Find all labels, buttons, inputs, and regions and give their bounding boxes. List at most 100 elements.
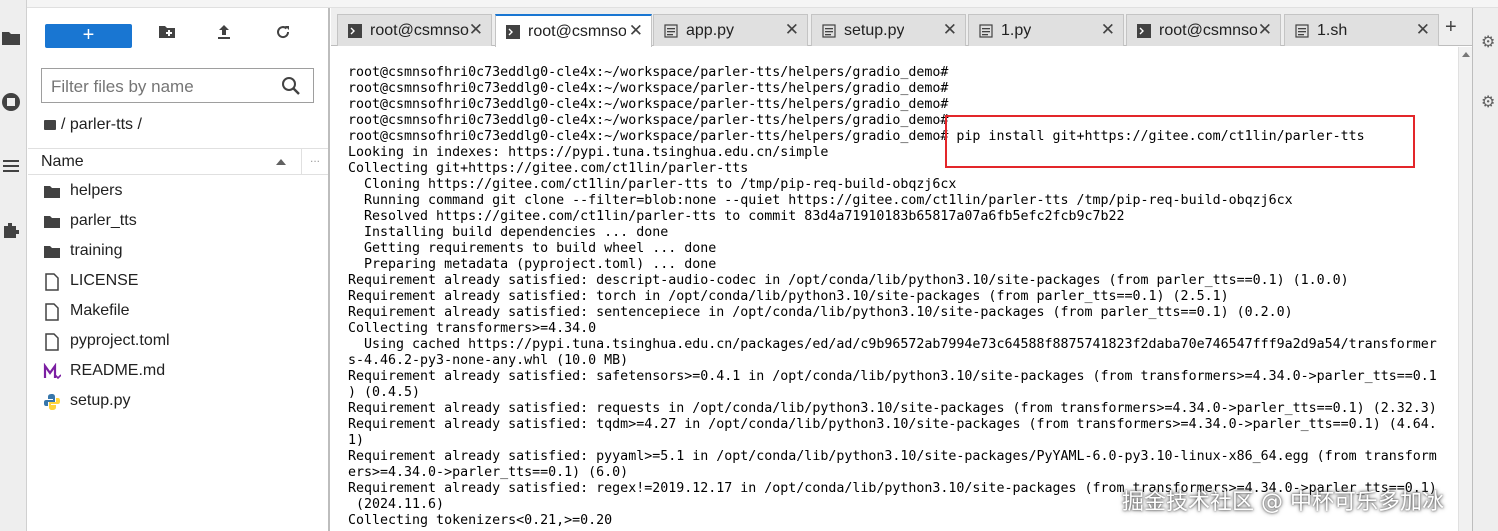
terminal-line: Running command git clone --filter=blob:… (348, 193, 1293, 208)
tab-label: root@csmnso (1159, 22, 1257, 39)
tab-1-py[interactable]: 1.py ✕ (968, 14, 1124, 46)
tab-label: 1.py (1001, 22, 1032, 39)
file-name: README.md (70, 362, 166, 379)
watermark: 掘金技术社区 @ 中杯可乐多加冰 (1122, 490, 1444, 515)
panel-divider[interactable] (328, 8, 330, 531)
upload-icon[interactable] (213, 24, 235, 46)
refresh-icon[interactable] (272, 24, 294, 46)
list-item[interactable]: parler_tts (28, 207, 330, 237)
file-name: LICENSE (70, 272, 139, 289)
file-icon (43, 273, 61, 291)
activity-bar (0, 0, 27, 531)
new-launcher-button[interactable]: + (45, 24, 132, 48)
tab-setup-py[interactable]: setup.py ✕ (811, 14, 966, 46)
list-icon[interactable] (0, 156, 22, 178)
tab-1-sh[interactable]: 1.sh ✕ (1284, 14, 1439, 46)
new-tab-button[interactable]: + (1445, 16, 1457, 39)
close-icon[interactable]: ✕ (629, 21, 643, 41)
terminal-line: Requirement already satisfied: tqdm>=4.2… (348, 417, 1437, 432)
file-list-header: Name ... (28, 148, 330, 175)
close-icon[interactable]: ✕ (1101, 20, 1115, 40)
markdown-icon (43, 362, 62, 381)
list-item[interactable]: README.md (28, 357, 330, 387)
terminal-line: Requirement already satisfied: sentencep… (348, 305, 1293, 320)
column-name[interactable]: Name (41, 153, 84, 171)
more-columns[interactable]: ... (310, 151, 320, 165)
terminal-line: Using cached https://pypi.tuna.tsinghua.… (348, 337, 1437, 352)
property-inspector-icon[interactable]: ⚙ (1481, 92, 1495, 112)
terminal-scrollbar[interactable] (1458, 47, 1472, 531)
tab-label: setup.py (844, 22, 905, 39)
editor-icon (1295, 24, 1309, 38)
terminal-icon (348, 24, 362, 38)
editor-icon (664, 24, 678, 38)
column-divider[interactable] (301, 149, 302, 175)
close-icon[interactable]: ✕ (1416, 20, 1430, 40)
tab-label: root@csmnso (528, 23, 626, 40)
terminal-line: Cloning https://gitee.com/ct1lin/parler-… (348, 177, 957, 192)
right-sidebar: ⚙ ⚙ (1472, 8, 1498, 531)
tab-label: app.py (686, 22, 735, 39)
file-name: parler_tts (70, 212, 137, 229)
editor-icon (979, 24, 993, 38)
terminal-line: Installing build dependencies ... done (348, 225, 669, 240)
tab-bar: root@csmnso ✕ root@csmnso ✕ app.py ✕ set… (331, 8, 1472, 47)
list-item[interactable]: pyproject.toml (28, 327, 330, 357)
file-icon (43, 303, 61, 321)
terminal-line: root@csmnsofhri0c73eddlg0-cle4x:~/worksp… (348, 81, 949, 96)
list-item[interactable]: setup.py (28, 387, 330, 417)
filter-placeholder: Filter files by name (51, 77, 194, 96)
file-name: Makefile (70, 302, 130, 319)
list-item[interactable]: Makefile (28, 297, 330, 327)
running-icon[interactable] (0, 92, 22, 114)
list-item[interactable]: LICENSE (28, 267, 330, 297)
sort-ascending-icon[interactable] (276, 159, 286, 165)
file-browser-toolbar: + (28, 8, 330, 58)
gear-icon[interactable]: ⚙ (1481, 32, 1495, 52)
terminal-icon (1137, 24, 1151, 38)
top-edge (0, 0, 1498, 8)
close-icon[interactable]: ✕ (943, 20, 957, 40)
terminal-line: Resolved https://gitee.com/ct1lin/parler… (348, 209, 1125, 224)
highlight-box (945, 115, 1415, 168)
tab-terminal-1[interactable]: root@csmnso ✕ (337, 14, 492, 46)
file-name: helpers (70, 182, 123, 199)
terminal-line: Requirement already satisfied: safetenso… (348, 369, 1437, 384)
terminal-line: ers>=4.34.0->parler_tts==0.1) (6.0) (348, 465, 629, 480)
tab-label: 1.sh (1317, 22, 1348, 39)
tab-app-py[interactable]: app.py ✕ (653, 14, 808, 46)
search-icon (281, 76, 301, 96)
terminal-line: root@csmnsofhri0c73eddlg0-cle4x:~/worksp… (348, 97, 949, 112)
home-folder-icon[interactable] (44, 120, 56, 130)
close-icon[interactable]: ✕ (785, 20, 799, 40)
terminal-line: ) (0.4.5) (348, 385, 421, 400)
tab-label: root@csmnso (370, 22, 469, 39)
file-name: pyproject.toml (70, 332, 170, 349)
tab-terminal-2[interactable]: root@csmnso ✕ (495, 14, 652, 47)
close-icon[interactable]: ✕ (469, 20, 483, 40)
new-folder-icon[interactable] (156, 24, 178, 46)
file-browser: + Filter files by name / parler-tts / Na… (28, 8, 330, 531)
terminal-line: Preparing metadata (pyproject.toml) ... … (348, 257, 717, 272)
file-icon (43, 333, 61, 351)
close-icon[interactable]: ✕ (1258, 20, 1272, 40)
extension-icon[interactable] (0, 220, 22, 242)
folder-icon[interactable] (0, 28, 22, 50)
tab-terminal-3[interactable]: root@csmnso ✕ (1126, 14, 1281, 46)
terminal-line: Getting requirements to build wheel ... … (348, 241, 717, 256)
list-item[interactable]: training (28, 237, 330, 267)
terminal-line: Requirement already satisfied: descript-… (348, 273, 1349, 288)
breadcrumb-path[interactable]: / parler-tts / (61, 116, 142, 133)
scroll-up-icon[interactable] (1462, 52, 1470, 57)
terminal-line: root@csmnsofhri0c73eddlg0-cle4x:~/worksp… (348, 65, 949, 80)
terminal-line: 1) (348, 433, 365, 448)
file-name: setup.py (70, 392, 131, 409)
terminal-icon (506, 25, 520, 39)
terminal-line: Requirement already satisfied: pyyaml>=5… (348, 449, 1437, 464)
list-item[interactable]: helpers (28, 177, 330, 207)
filter-files-input[interactable]: Filter files by name (41, 68, 314, 103)
breadcrumb[interactable]: / parler-tts / (44, 115, 142, 135)
folder-icon (43, 243, 61, 261)
python-icon (43, 393, 61, 411)
editor-icon (822, 24, 836, 38)
